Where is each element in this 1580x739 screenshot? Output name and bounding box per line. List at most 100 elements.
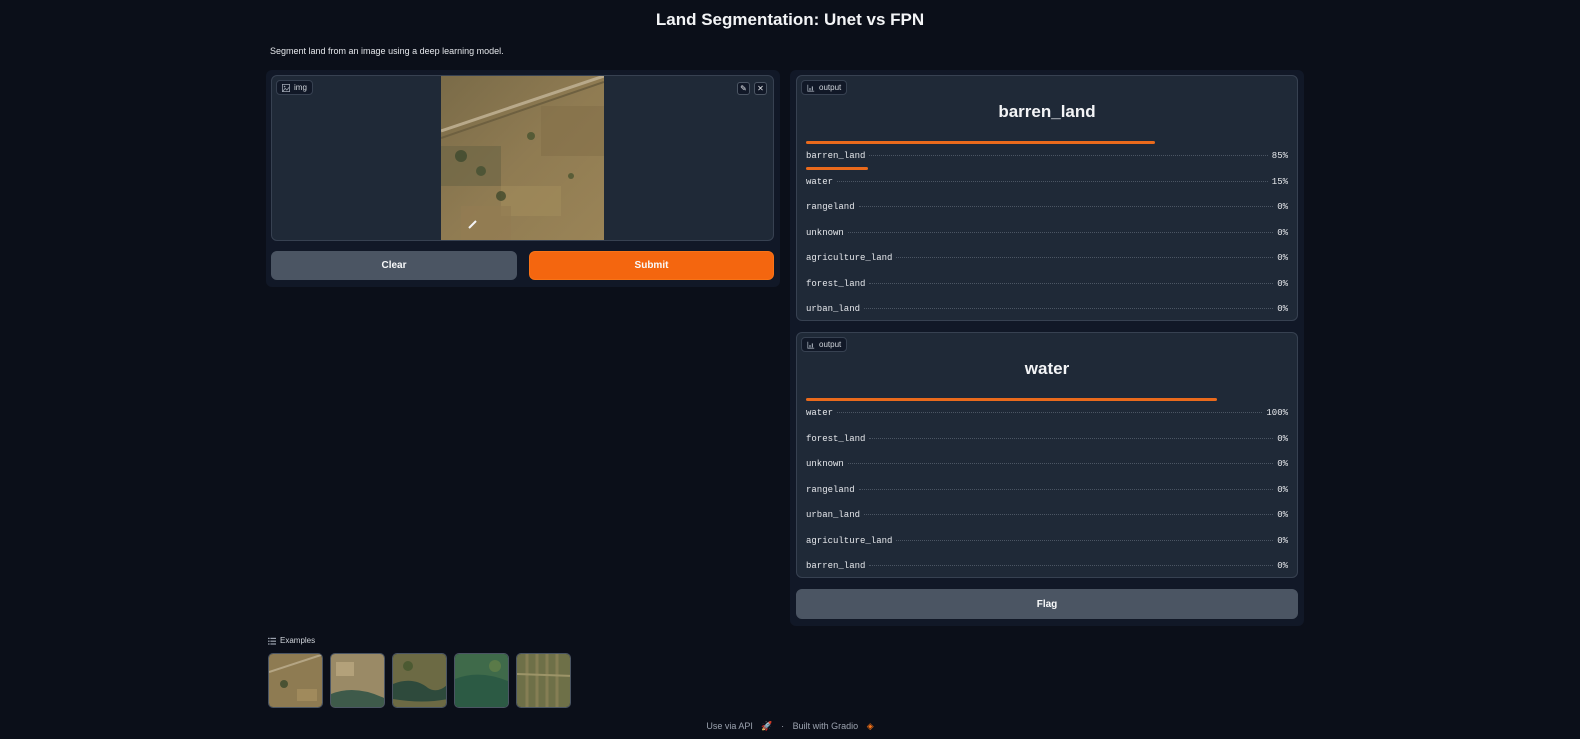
confidence-value: 0% [1277,561,1288,571]
confidence-bar [806,141,1155,144]
confidence-row: forest_land 0% [806,269,1288,295]
examples-label-text: Examples [280,636,316,645]
output-panel: output barren_land barren_land 85% water 15… [790,70,1304,626]
class-name: forest_land [806,433,866,444]
confidence-row-line: barren_land 85% [806,151,1288,161]
confidence-value: 85% [1271,151,1288,161]
edit-icon[interactable]: ✎ [737,82,750,95]
confidence-row: barren_land 85% [806,141,1288,167]
class-name: rangeland [806,484,855,495]
confidence-row: agriculture_land 0% [806,243,1288,269]
confidence-row: barren_land 0% [806,551,1288,577]
built-with-gradio-link[interactable]: Built with Gradio [793,721,859,731]
confidence-value: 0% [1277,304,1288,314]
image-input-label: img [276,80,313,95]
confidence-bar [806,398,1217,401]
dotted-leader [847,231,1274,233]
confidence-row: urban_land 0% [806,500,1288,526]
dotted-leader [837,180,1268,182]
dotted-leader [837,412,1263,413]
class-name: urban_land [806,510,861,520]
class-name: urban_land [806,304,861,314]
class-name: forest_land [806,278,866,289]
confidence-value: 0% [1277,278,1288,289]
image-icon [282,83,290,92]
confidence-value: 0% [1277,535,1288,546]
satellite-image [441,76,604,240]
confidence-row-line: urban_land 0% [806,304,1288,314]
input-panel: img ✎ ✕ Clear Submit [266,70,780,287]
confidence-row-line: unknown 0% [806,228,1288,238]
chart-icon [807,84,815,92]
confidence-row-line: rangeland 0% [806,202,1288,212]
confidence-row: water 100% [806,398,1288,424]
dotted-leader [869,155,1268,156]
output-top-label: barren_land [998,102,1096,121]
example-thumbnail[interactable] [268,653,323,708]
examples-label: Examples [268,636,315,645]
submit-button[interactable]: Submit [529,251,774,280]
confidence-row: agriculture_land 0% [806,526,1288,552]
image-input-label-text: img [294,83,307,92]
class-name: water [806,408,834,418]
list-icon [268,637,276,645]
confidence-bar [806,166,868,170]
confidence-value: 0% [1277,253,1288,263]
rocket-icon: 🚀 [761,721,773,731]
confidence-value: 0% [1277,202,1288,212]
confidence-list: barren_land 85% water 15% rangeland 0% unknown… [806,141,1288,320]
confidence-row: urban_land 0% [806,294,1288,320]
confidence-row-line: rangeland 0% [806,485,1288,495]
confidence-value: 0% [1277,459,1288,469]
footer-separator: · [781,721,785,731]
confidence-row: rangeland 0% [806,192,1288,218]
dotted-leader [847,463,1274,464]
gradio-logo-icon: ◈ [866,721,874,731]
image-input[interactable]: img ✎ ✕ [271,75,774,241]
class-name: unknown [806,459,844,469]
class-name: water [806,176,834,187]
dotted-leader [869,437,1274,439]
confidence-value: 0% [1277,484,1288,495]
dotted-leader [869,282,1274,284]
class-name: agriculture_land [806,535,893,546]
chart-icon [807,341,815,349]
dotted-leader [864,514,1274,515]
output-top-label: water [1024,359,1070,378]
confidence-row: water 15% [806,166,1288,193]
confidence-row-line: water 100% [806,408,1288,418]
use-via-api-link[interactable]: Use via API [706,721,753,731]
example-thumbnail[interactable] [392,653,447,708]
page-title: Land Segmentation: Unet vs FPN [655,10,925,29]
confidence-row-line: forest_land 0% [806,279,1288,289]
confidence-value: 0% [1277,433,1288,444]
confidence-row-line: water 15% [806,177,1288,187]
output-label-text: output [819,83,842,92]
class-name: agriculture_land [806,253,893,263]
example-thumbnail[interactable] [454,653,509,708]
confidence-list: water 100% forest_land 0% unknown 0% rangeland… [806,398,1288,577]
class-name: unknown [806,227,844,238]
dotted-leader [869,565,1274,566]
output-label-2: output water water 100% forest_land 0% unkno… [796,332,1298,578]
confidence-value: 100% [1266,408,1288,418]
clear-button[interactable]: Clear [271,251,517,280]
output-label-chip: output [801,337,848,352]
dotted-leader [896,257,1274,258]
example-thumbnail[interactable] [330,653,385,708]
class-name: rangeland [806,202,855,212]
confidence-value: 0% [1277,227,1288,238]
example-thumbnail[interactable] [516,653,571,708]
confidence-row: forest_land 0% [806,424,1288,450]
confidence-row: unknown 0% [806,218,1288,244]
confidence-row-line: urban_land 0% [806,510,1288,520]
confidence-value: 0% [1277,510,1288,520]
confidence-row-line: agriculture_land 0% [806,253,1288,263]
footer: Use via API 🚀 · Built with Gradio ◈ [0,721,1580,732]
class-name: barren_land [806,561,866,571]
output-label-text: output [819,340,842,349]
confidence-row: rangeland 0% [806,475,1288,501]
flag-button[interactable]: Flag [796,589,1298,619]
dotted-leader [858,206,1274,207]
close-icon[interactable]: ✕ [754,82,767,95]
